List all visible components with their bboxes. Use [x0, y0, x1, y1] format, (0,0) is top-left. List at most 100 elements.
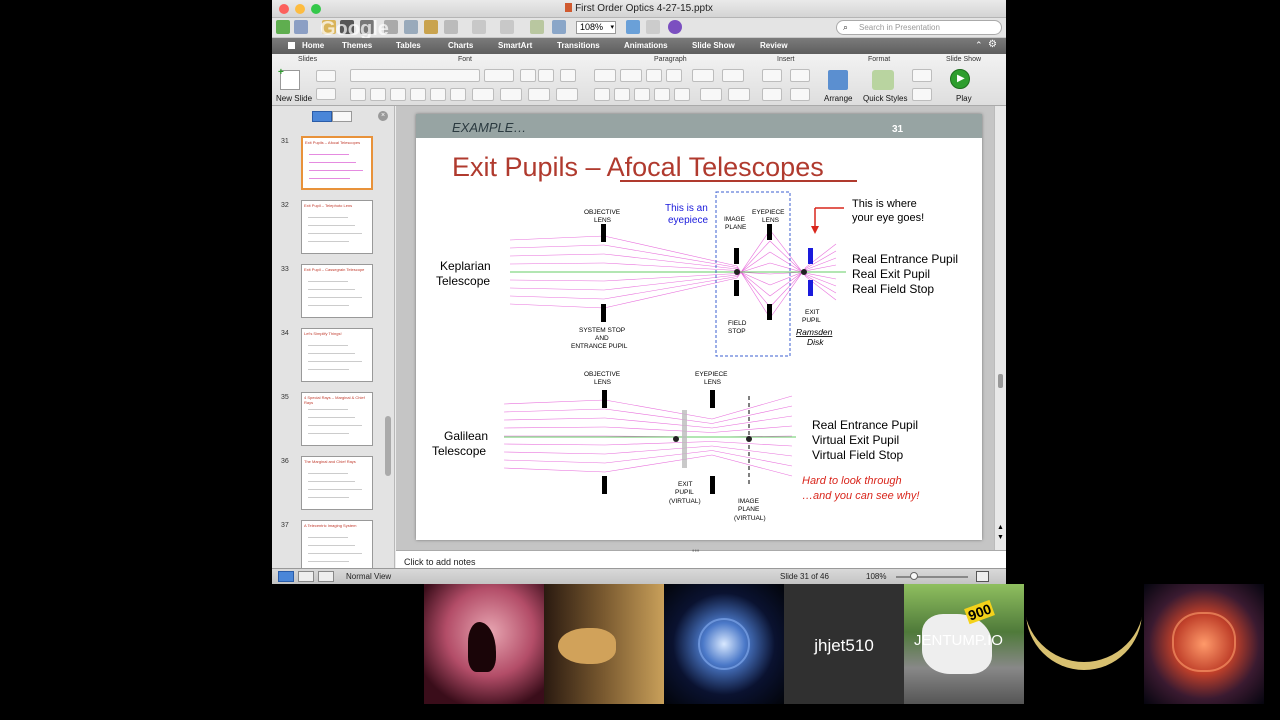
insert-picture-icon[interactable] — [530, 20, 544, 34]
superscript-button[interactable] — [430, 88, 446, 101]
new-file-icon[interactable] — [276, 20, 290, 34]
tab-tables[interactable]: Tables — [396, 41, 421, 50]
slide-thumbnail[interactable]: Exit Pupil – Cassegrain Telescope — [301, 264, 373, 318]
participant-tile-4[interactable]: jhjet510 — [784, 584, 904, 704]
change-case-button[interactable] — [500, 88, 522, 101]
fit-window-icon[interactable] — [976, 571, 989, 582]
tab-transitions[interactable]: Transitions — [557, 41, 600, 50]
participant-tile-3[interactable] — [664, 584, 784, 704]
slide-thumbnail[interactable]: 4 Special Rays – Marginal & Chief Rays — [301, 392, 373, 446]
participant-tile-1[interactable] — [424, 584, 544, 704]
participant-tile-5[interactable]: 900 JENTUMP.IO — [904, 584, 1024, 704]
line-spacing-button[interactable] — [692, 69, 714, 82]
strikethrough-button[interactable] — [410, 88, 426, 101]
gear-icon[interactable]: ⚙ — [988, 39, 997, 50]
slide-sorter-button[interactable] — [298, 571, 314, 582]
align-right-button[interactable] — [634, 88, 650, 101]
italic-button[interactable] — [370, 88, 386, 101]
participant-tile-7[interactable] — [1144, 584, 1264, 704]
tab-review[interactable]: Review — [760, 41, 788, 50]
quick-styles-icon[interactable] — [872, 70, 894, 90]
close-pane-icon[interactable]: × — [378, 111, 388, 121]
bullets-button[interactable] — [594, 69, 616, 82]
tab-home[interactable]: Home — [302, 41, 324, 50]
clear-format-button[interactable] — [560, 69, 576, 82]
font-color-button[interactable] — [528, 88, 550, 101]
reset-button[interactable] — [316, 88, 336, 100]
collapse-ribbon-icon[interactable]: ⌃ — [975, 40, 983, 51]
tab-smartart[interactable]: SmartArt — [498, 41, 532, 50]
help-icon[interactable] — [668, 20, 682, 34]
zoom-slider[interactable] — [896, 576, 968, 578]
slide-show-button[interactable] — [318, 571, 334, 582]
zoom-slider-knob[interactable] — [910, 572, 918, 580]
increase-indent-button[interactable] — [666, 69, 682, 82]
bold-button[interactable] — [350, 88, 366, 101]
next-slide-icon[interactable]: ▼ — [997, 534, 1004, 541]
decrease-indent-button[interactable] — [646, 69, 662, 82]
participant-tile-6[interactable] — [1024, 584, 1144, 704]
shape-button[interactable] — [790, 69, 810, 82]
undo-icon[interactable] — [472, 20, 486, 34]
redo-icon[interactable] — [500, 20, 514, 34]
columns-button[interactable] — [722, 69, 744, 82]
gallery-icon[interactable] — [646, 20, 660, 34]
play-button[interactable]: Play — [956, 94, 972, 103]
slide-thumbnail[interactable]: Let's Simplify Things! — [301, 328, 373, 382]
toolbox-icon[interactable] — [626, 20, 640, 34]
format-painter-icon[interactable] — [444, 20, 458, 34]
char-spacing-button[interactable] — [472, 88, 494, 101]
text-box-button[interactable] — [762, 69, 782, 82]
numbering-button[interactable] — [620, 69, 642, 82]
thumbs-scrollbar[interactable] — [385, 416, 391, 476]
new-slide-icon[interactable]: + — [278, 67, 300, 90]
current-slide[interactable]: EXAMPLE… 31 Exit Pupils – Afocal Telesco… — [416, 114, 982, 540]
new-slide-button[interactable]: New Slide — [276, 94, 312, 103]
quick-styles-button[interactable]: Quick Styles — [863, 94, 907, 103]
text-direction-button[interactable] — [700, 88, 722, 101]
shape-line-button[interactable] — [912, 88, 932, 101]
align-text-button[interactable] — [728, 88, 750, 101]
underline-button[interactable] — [390, 88, 406, 101]
templates-icon[interactable] — [294, 20, 308, 34]
outline-view-toggle[interactable] — [332, 111, 352, 122]
zoom-field[interactable]: 108% ▾ — [576, 21, 616, 34]
tab-charts[interactable]: Charts — [448, 41, 473, 50]
media-browser-icon[interactable] — [552, 20, 566, 34]
prev-slide-icon[interactable]: ▲ — [997, 524, 1004, 531]
arrange-icon[interactable] — [828, 70, 848, 90]
slides-view-toggle[interactable] — [312, 111, 332, 122]
search-input[interactable]: ⌕ Search in Presentation — [836, 20, 1002, 35]
arrange-button[interactable]: Arrange — [824, 94, 852, 103]
scroll-thumb[interactable] — [998, 374, 1003, 388]
notes-resize-handle[interactable]: ••• — [692, 548, 699, 555]
normal-view-button[interactable] — [278, 571, 294, 582]
tab-animations[interactable]: Animations — [624, 41, 668, 50]
play-icon[interactable]: ▶ — [950, 69, 970, 89]
slide-thumbnail[interactable]: Exit Pupils – Afocal Telescopes — [301, 136, 373, 190]
paste-icon[interactable] — [424, 20, 438, 34]
smartart-insert-button[interactable] — [790, 88, 810, 101]
tab-slide-show[interactable]: Slide Show — [692, 41, 735, 50]
grow-font-button[interactable] — [520, 69, 536, 82]
distributed-button[interactable] — [674, 88, 690, 101]
shape-fill-button[interactable] — [912, 69, 932, 82]
layout-button[interactable] — [316, 70, 336, 82]
tab-themes[interactable]: Themes — [342, 41, 372, 50]
slide-thumbnail[interactable]: A Telecentric Imaging System — [301, 520, 373, 568]
slide-thumbnail[interactable]: Exit Pupil – Telephoto Lens — [301, 200, 373, 254]
slide-thumbnail[interactable]: The Marginal and Chief Rays — [301, 456, 373, 510]
notes-pane[interactable]: Click to add notes ••• — [396, 548, 1006, 568]
subscript-button[interactable] — [450, 88, 466, 101]
highlight-button[interactable] — [556, 88, 578, 101]
font-name-field[interactable] — [350, 69, 480, 82]
participant-tile-2[interactable] — [544, 584, 664, 704]
font-size-field[interactable] — [484, 69, 514, 82]
picture-button[interactable] — [762, 88, 782, 101]
slide-vertical-scrollbar[interactable]: ▲ ▼ — [994, 106, 1006, 550]
align-center-button[interactable] — [614, 88, 630, 101]
justify-button[interactable] — [654, 88, 670, 101]
copy-icon[interactable] — [404, 20, 418, 34]
align-left-button[interactable] — [594, 88, 610, 101]
shrink-font-button[interactable] — [538, 69, 554, 82]
